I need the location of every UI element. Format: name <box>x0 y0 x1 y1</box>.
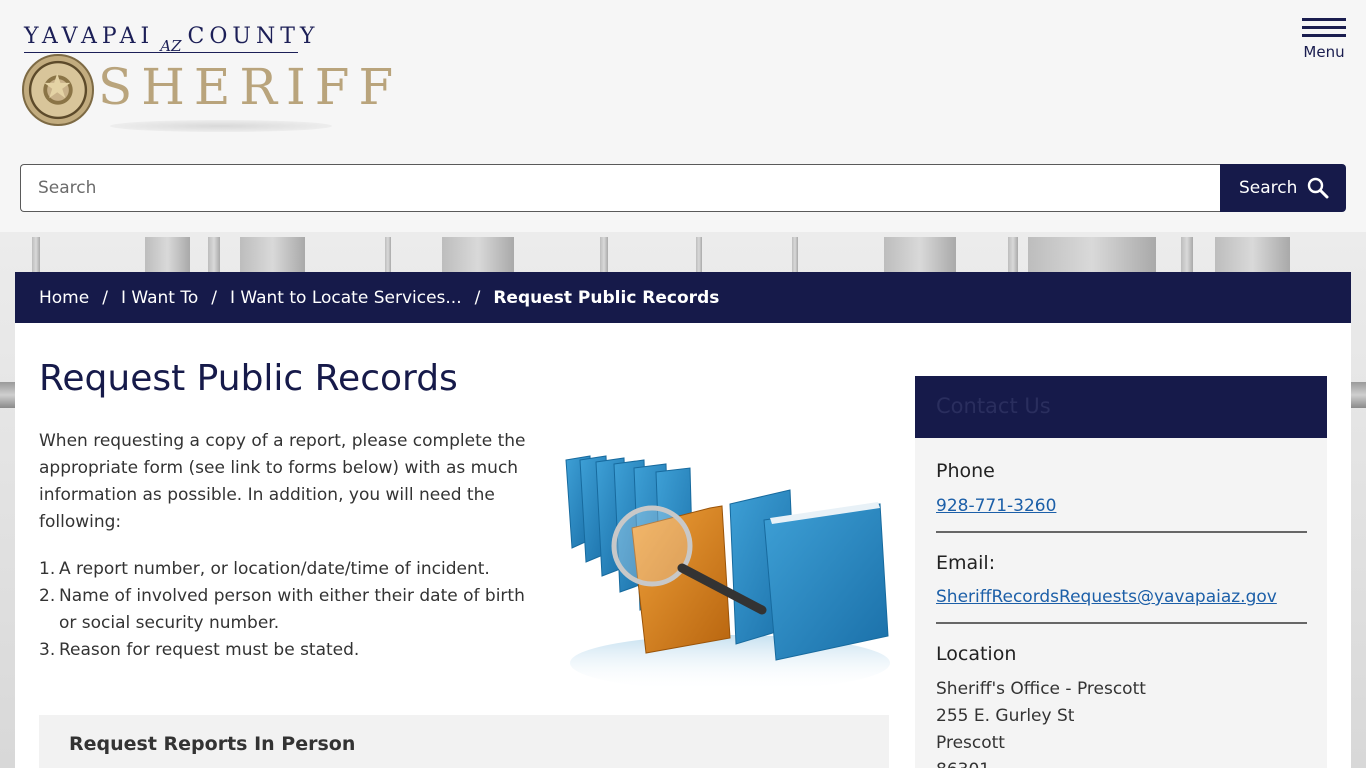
location-zip: 86301 <box>936 760 990 768</box>
search-button-label: Search <box>1239 178 1298 198</box>
breadcrumb-i-want-to[interactable]: I Want To <box>121 288 198 308</box>
hamburger-icon-bar <box>1302 34 1346 37</box>
location-city: Prescott <box>936 733 1005 753</box>
menu-button[interactable]: Menu <box>1300 18 1348 72</box>
breadcrumb-separator: / <box>211 287 217 308</box>
contact-card: Contact Us Phone 928-771-3260 Email: She… <box>915 376 1327 768</box>
in-person-accordion[interactable]: Request Reports In Person <box>39 715 889 768</box>
menu-label: Menu <box>1303 43 1345 61</box>
breadcrumb-home[interactable]: Home <box>39 288 89 308</box>
logo-sheriff-text: SHERIFF <box>98 58 403 116</box>
search-icon <box>1308 177 1329 199</box>
location-name: Sheriff's Office - Prescott <box>936 679 1146 699</box>
breadcrumb-separator: / <box>102 287 108 308</box>
divider <box>936 622 1307 624</box>
logo-shadow <box>110 120 332 132</box>
contact-header: Contact Us <box>915 376 1327 438</box>
phone-link[interactable]: 928-771-3260 <box>936 496 1056 516</box>
location-label: Location <box>936 643 1017 665</box>
hamburger-icon <box>1302 18 1346 21</box>
breadcrumb-separator: / <box>474 287 481 308</box>
hamburger-icon-bar <box>1302 26 1346 29</box>
search-button[interactable]: Search <box>1220 164 1346 212</box>
list-item: 1. A report number, or location/date/time… <box>39 559 490 579</box>
requirements-list: 1. A report number, or location/date/time… <box>39 556 529 664</box>
search-bar: Search <box>20 164 1346 212</box>
contact-title: Contact Us <box>936 394 1051 418</box>
intro-paragraph: When requesting a copy of a report, plea… <box>39 431 526 532</box>
phone-label: Phone <box>936 460 995 482</box>
sheriff-logo[interactable]: YAVAPAI AZ COUNTY ★ SHERIFF <box>20 18 393 136</box>
email-link[interactable]: SheriffRecordsRequests@yavapaiaz.gov <box>936 587 1277 607</box>
list-item: 3. Reason for request must be stated. <box>39 640 360 660</box>
search-input[interactable] <box>20 164 1221 212</box>
breadcrumb-locate-services[interactable]: I Want to Locate Services... <box>230 288 462 308</box>
folders-magnifier-image <box>565 455 890 691</box>
email-label: Email: <box>936 552 996 574</box>
main-content: Request Public Records When requesting a… <box>15 323 1351 768</box>
breadcrumb-current: Request Public Records <box>493 287 720 308</box>
sheriff-badge-icon: ★ <box>22 54 94 126</box>
page-title: Request Public Records <box>39 358 458 399</box>
logo-divider <box>24 52 298 53</box>
logo-county-line: YAVAPAI AZ COUNTY <box>24 24 320 55</box>
divider <box>936 531 1307 533</box>
accordion-title: Request Reports In Person <box>69 733 356 755</box>
site-header: YAVAPAI AZ COUNTY ★ SHERIFF Menu Search <box>0 0 1366 232</box>
breadcrumb: Home / I Want To / I Want to Locate Serv… <box>15 272 1351 323</box>
list-item: 2. Name of involved person with either th… <box>39 586 525 633</box>
location-street: 255 E. Gurley St <box>936 706 1075 726</box>
